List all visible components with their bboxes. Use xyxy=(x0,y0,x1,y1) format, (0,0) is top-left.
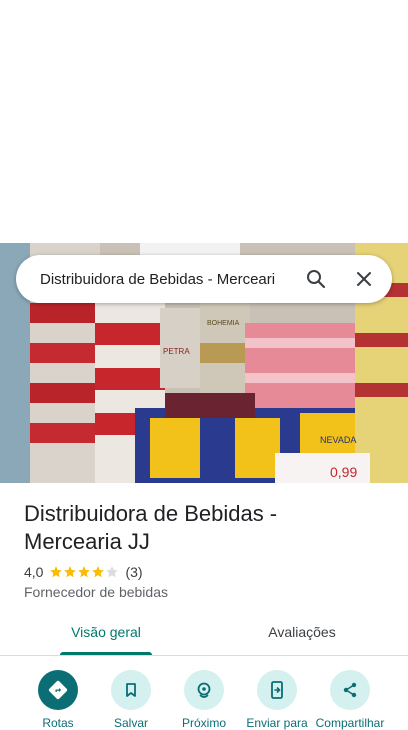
tab-overview[interactable]: Visão geral xyxy=(54,612,158,655)
star-filled-icon xyxy=(64,566,77,578)
place-title-line2: Mercearia JJ xyxy=(24,529,150,554)
tab-reviews[interactable]: Avaliações xyxy=(250,612,354,655)
star-empty-icon xyxy=(106,566,119,578)
nearby-button[interactable]: Próximo xyxy=(164,668,244,730)
share-icon xyxy=(330,670,370,710)
send-to-phone-icon xyxy=(257,670,297,710)
place-title-line1: Distribuidora de Bebidas - xyxy=(24,501,278,526)
search-input[interactable]: Distribuidora de Bebidas - Merceari xyxy=(40,271,288,288)
photo-text-brand1: PETRA xyxy=(163,347,190,356)
photo-text-can-label: NEVADA xyxy=(320,435,356,445)
save-button[interactable]: Salvar xyxy=(91,668,171,730)
share-button[interactable]: Compartilhar xyxy=(310,668,390,730)
search-icon[interactable] xyxy=(304,267,328,291)
tab-reviews-label: Avaliações xyxy=(268,624,336,640)
place-category: Fornecedor de bebidas xyxy=(24,584,168,600)
directions-label: Rotas xyxy=(42,716,74,730)
bookmark-icon xyxy=(111,670,151,710)
rating-stars xyxy=(49,565,119,579)
tab-active-indicator xyxy=(60,652,152,655)
nearby-label: Próximo xyxy=(181,716,226,730)
send-to-phone-button[interactable]: Enviar para xyxy=(237,668,317,730)
share-label: Compartilhar xyxy=(315,716,385,730)
review-count[interactable]: (3) xyxy=(125,564,142,580)
rating-row[interactable]: 4,0 (3) xyxy=(24,563,143,581)
directions-button[interactable]: Rotas xyxy=(18,668,98,730)
save-label: Salvar xyxy=(113,716,148,730)
tab-bar: Visão geral Avaliações xyxy=(0,612,408,656)
search-bar[interactable]: Distribuidora de Bebidas - Merceari xyxy=(16,255,392,303)
star-filled-icon xyxy=(50,566,63,578)
close-icon[interactable] xyxy=(352,267,376,291)
send-to-phone-label: Enviar para xyxy=(246,716,308,730)
star-filled-icon xyxy=(92,566,105,578)
place-title: Distribuidora de Bebidas - Mercearia JJ xyxy=(24,500,384,556)
map-area-blank xyxy=(0,0,408,243)
photo-text-brand2: BOHEMIA xyxy=(207,320,240,327)
photo-text-price: 0,99 xyxy=(330,464,357,480)
nearby-icon xyxy=(184,670,224,710)
directions-icon xyxy=(38,670,78,710)
rating-value: 4,0 xyxy=(24,564,44,580)
action-bar: Rotas Salvar Próximo Enviar para Compart… xyxy=(0,668,408,730)
star-filled-icon xyxy=(78,566,91,578)
tab-overview-label: Visão geral xyxy=(71,624,141,640)
